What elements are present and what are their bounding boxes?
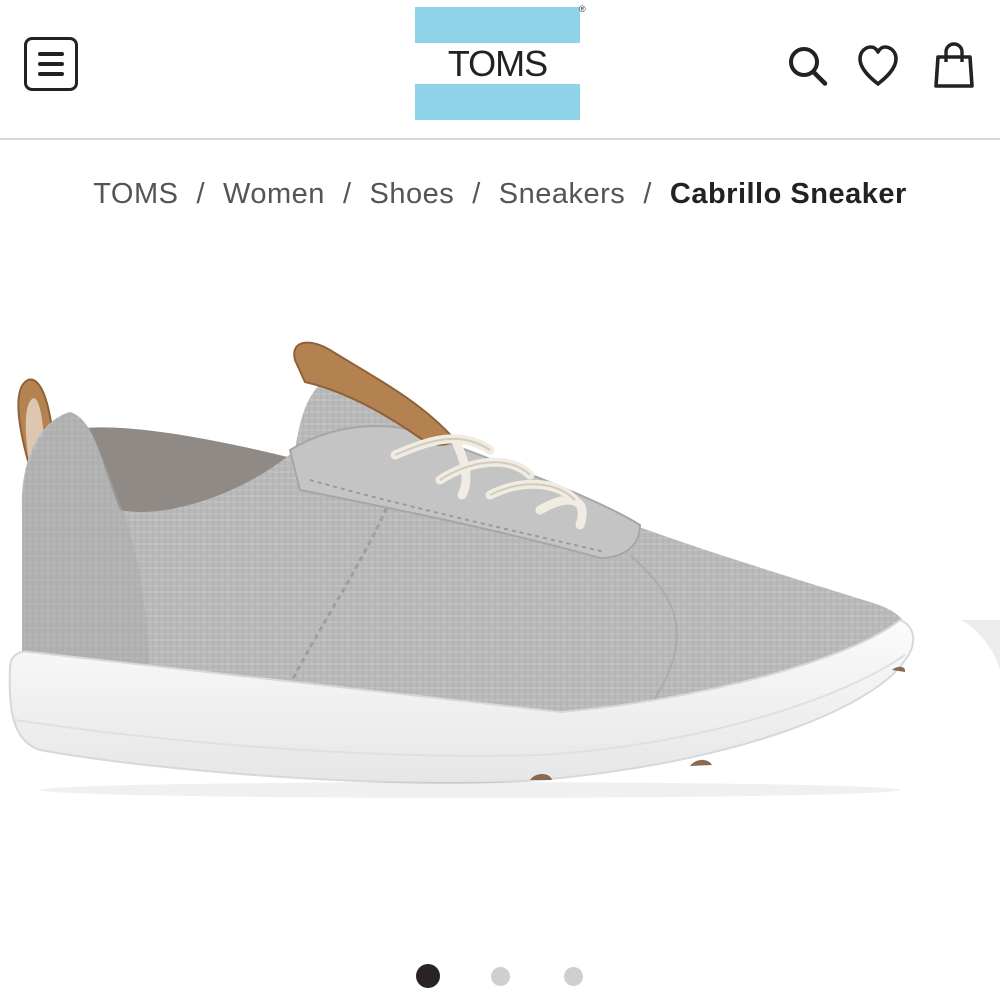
logo-band-top: [415, 7, 580, 43]
site-header: TOMS ®: [0, 0, 1000, 140]
logo-text: TOMS: [447, 43, 548, 84]
product-image[interactable]: [0, 320, 1000, 800]
breadcrumb-link-toms[interactable]: TOMS: [93, 178, 178, 210]
breadcrumb-current: Cabrillo Sneaker: [669, 178, 907, 210]
carousel-dot-1[interactable]: [416, 964, 440, 988]
breadcrumb-separator: /: [472, 178, 481, 210]
breadcrumb-link-women[interactable]: Women: [223, 178, 325, 210]
search-icon[interactable]: [786, 42, 830, 90]
breadcrumb-link-sneakers[interactable]: Sneakers: [499, 178, 626, 210]
toms-logo[interactable]: TOMS ®: [415, 4, 586, 120]
carousel-pagination: [0, 964, 1000, 988]
breadcrumb-separator: /: [643, 178, 652, 210]
breadcrumb: TOMS / Women / Shoes / Sneakers / Cabrillo Sneak…: [0, 176, 1000, 212]
heart-icon[interactable]: [856, 42, 900, 90]
breadcrumb-link-shoes[interactable]: Shoes: [370, 178, 455, 210]
breadcrumb-separator: /: [196, 178, 206, 210]
logo-registered-mark: ®: [579, 4, 586, 14]
logo-band-bottom: [415, 84, 580, 120]
hamburger-menu-icon[interactable]: [24, 37, 78, 91]
carousel-dot-2[interactable]: [491, 967, 510, 986]
shopping-bag-icon[interactable]: [932, 42, 976, 90]
breadcrumb-separator: /: [342, 178, 352, 210]
carousel-dot-3[interactable]: [564, 967, 583, 986]
